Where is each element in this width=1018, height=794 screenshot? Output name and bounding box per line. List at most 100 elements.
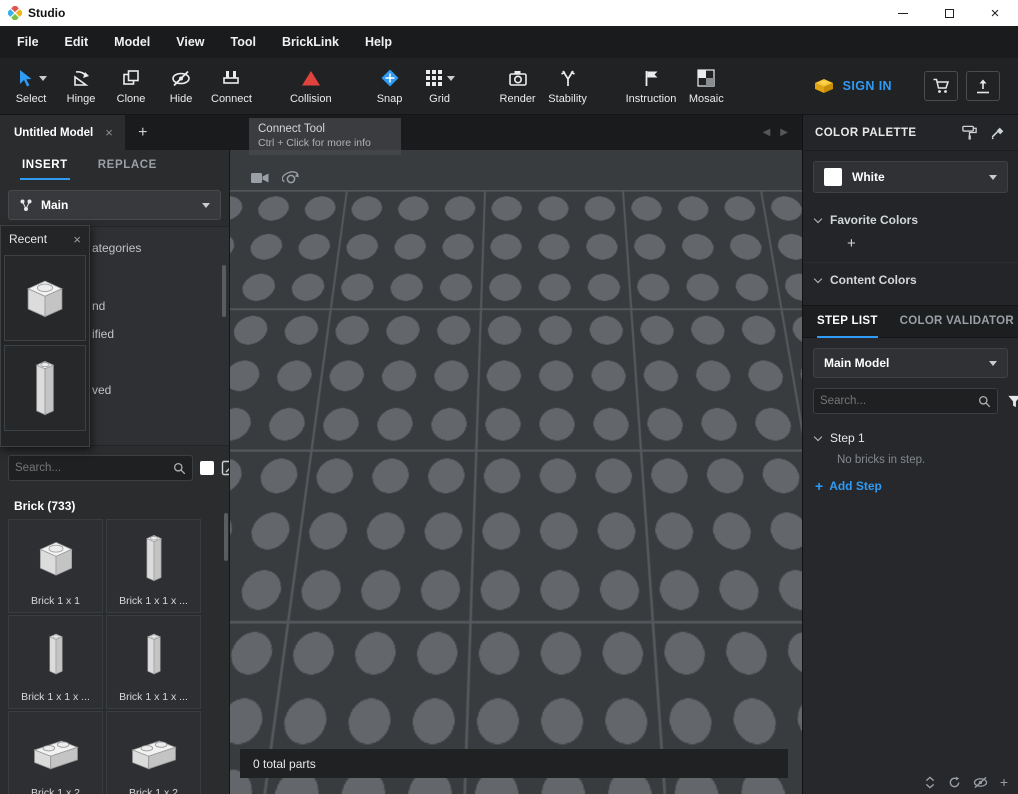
tab-color-validator[interactable]: COLOR VALIDATOR	[900, 305, 1014, 338]
recent-popup-title: Recent	[9, 232, 47, 246]
tab-untitled-model[interactable]: Untitled Model ×	[0, 115, 125, 150]
brick-signin-icon	[813, 77, 835, 95]
grid-tool-button[interactable]: Grid	[415, 58, 465, 114]
menu-bar: File Edit Model View Tool BrickLink Help	[0, 26, 1018, 58]
part-tile[interactable]: Brick 1 x 2	[106, 711, 201, 794]
part-tile[interactable]: Brick 1 x 2	[8, 711, 103, 794]
menu-tool[interactable]: Tool	[218, 26, 269, 58]
tooltip-subtitle: Ctrl + Click for more info	[258, 137, 392, 149]
snap-tool-button[interactable]: Snap	[365, 58, 415, 114]
step-search	[813, 388, 998, 414]
add-icon[interactable]: +	[1000, 775, 1008, 789]
collision-tool-button[interactable]: Collision	[285, 58, 337, 114]
menu-model[interactable]: Model	[101, 26, 163, 58]
refresh-icon[interactable]	[948, 776, 961, 789]
part-tile[interactable]: Brick 1 x 1 x ...	[106, 615, 201, 709]
tab-step-list[interactable]: STEP LIST	[817, 305, 878, 338]
eye-off-icon[interactable]	[973, 776, 988, 789]
sign-in-button[interactable]: SIGN IN	[843, 79, 892, 93]
chevron-down-icon	[39, 76, 47, 85]
camera-icon[interactable]	[250, 170, 270, 188]
parts-section-title: Brick (733)	[8, 491, 223, 519]
tab-scroll-left-icon[interactable]: ◀	[763, 127, 771, 138]
solid-color-filter-button[interactable]	[200, 458, 214, 478]
menu-view[interactable]: View	[163, 26, 217, 58]
favorite-colors-section[interactable]: Favorite Colors	[803, 203, 1018, 235]
stability-tool-button[interactable]: Stability	[543, 58, 593, 114]
parts-browser: Brick (733) Brick 1 x 1 Brick 1 x 1 x ..…	[0, 489, 229, 794]
content-colors-section[interactable]: Content Colors	[803, 263, 1018, 295]
render-tool-button[interactable]: Render	[493, 58, 543, 114]
menu-edit[interactable]: Edit	[52, 26, 102, 58]
add-step-button[interactable]: + Add Step	[803, 468, 1018, 504]
category-scrollbar[interactable]	[222, 265, 226, 317]
menu-bricklink[interactable]: BrickLink	[269, 26, 352, 58]
brick-1x1-thumb-icon	[18, 268, 72, 328]
cart-button[interactable]	[924, 71, 958, 101]
parts-scrollbar[interactable]	[224, 513, 228, 561]
minimize-icon	[898, 13, 908, 14]
instruction-tool-button[interactable]: Instruction	[621, 58, 682, 114]
maximize-button[interactable]	[926, 0, 972, 26]
selected-color-name: White	[852, 170, 885, 184]
select-tool-button[interactable]: Select	[6, 58, 56, 114]
tab-insert[interactable]: INSERT	[22, 150, 68, 182]
insert-panel: INSERT REPLACE Main ategories nd ified v…	[0, 150, 230, 794]
category-item[interactable]: ategories	[92, 241, 141, 255]
part-tile[interactable]: Brick 1 x 1	[8, 519, 103, 613]
model-dropdown[interactable]: Main Model	[813, 348, 1008, 378]
menu-file[interactable]: File	[4, 26, 52, 58]
new-tab-button[interactable]: +	[125, 115, 161, 150]
recent-part-tile[interactable]	[4, 255, 86, 341]
filter-funnel-icon[interactable]	[1007, 394, 1018, 409]
snap-magnet-icon	[380, 68, 400, 88]
step-search-input[interactable]	[820, 395, 974, 407]
recent-close-icon[interactable]: ×	[73, 232, 81, 247]
parts-search-input[interactable]	[15, 462, 169, 474]
search-icon	[173, 462, 186, 475]
menu-help[interactable]: Help	[352, 26, 405, 58]
total-parts-count: 0 total parts	[253, 757, 316, 771]
category-item[interactable]: nd	[92, 299, 105, 313]
chevron-down-icon	[814, 214, 822, 222]
content-colors-label: Content Colors	[830, 273, 917, 287]
color-dropdown[interactable]: White	[813, 161, 1008, 193]
step-list-panel: Main Model Step 1 No bricks in step. + A…	[803, 338, 1018, 794]
collapse-all-icon[interactable]	[924, 776, 936, 789]
color-palette-title: COLOR PALETTE	[815, 127, 916, 139]
part-tile[interactable]: Brick 1 x 1 x ...	[106, 519, 201, 613]
part-label: Brick 1 x 1	[31, 595, 80, 612]
hide-tool-button[interactable]: Hide	[156, 58, 206, 114]
printed-parts-filter-button[interactable]	[221, 458, 230, 478]
connect-tool-tooltip: Connect Tool Ctrl + Click for more info	[249, 118, 401, 155]
hinge-tool-button[interactable]: Hinge	[56, 58, 106, 114]
category-item[interactable]: ved	[92, 383, 111, 397]
upload-button[interactable]	[966, 71, 1000, 101]
recent-part-tile[interactable]	[4, 345, 86, 431]
palette-dropdown[interactable]: Main	[8, 190, 221, 220]
orbit-rotate-icon[interactable]	[282, 170, 300, 188]
tab-replace[interactable]: REPLACE	[98, 150, 157, 182]
right-panel: COLOR PALETTE White Favorite Colors + Co…	[802, 115, 1018, 794]
category-item[interactable]: ified	[92, 327, 114, 341]
mosaic-tool-button[interactable]: Mosaic	[681, 58, 731, 114]
chevron-down-icon	[814, 274, 822, 282]
tab-scroll-right-icon[interactable]: ▶	[780, 127, 788, 138]
recent-popup: Recent ×	[0, 225, 90, 447]
paint-tool-icon[interactable]	[961, 124, 978, 141]
add-favorite-color-button[interactable]: +	[803, 235, 1018, 262]
minimize-button[interactable]	[880, 0, 926, 26]
studio-logo-icon	[8, 6, 22, 20]
eyedropper-icon[interactable]	[990, 125, 1006, 141]
tab-close-icon[interactable]: ×	[105, 125, 113, 140]
search-icon	[978, 395, 991, 408]
select-cursor-icon	[15, 68, 35, 88]
chevron-down-icon	[989, 361, 997, 370]
clone-tool-button[interactable]: Clone	[106, 58, 156, 114]
step-item[interactable]: Step 1	[803, 422, 1018, 449]
viewport-3d[interactable]: 0 total parts	[230, 150, 802, 794]
part-tile[interactable]: Brick 1 x 1 x ...	[8, 615, 103, 709]
close-button[interactable]: ×	[972, 0, 1018, 26]
connect-tool-button[interactable]: Connect	[206, 58, 257, 114]
baseplate-grid[interactable]	[230, 190, 802, 794]
